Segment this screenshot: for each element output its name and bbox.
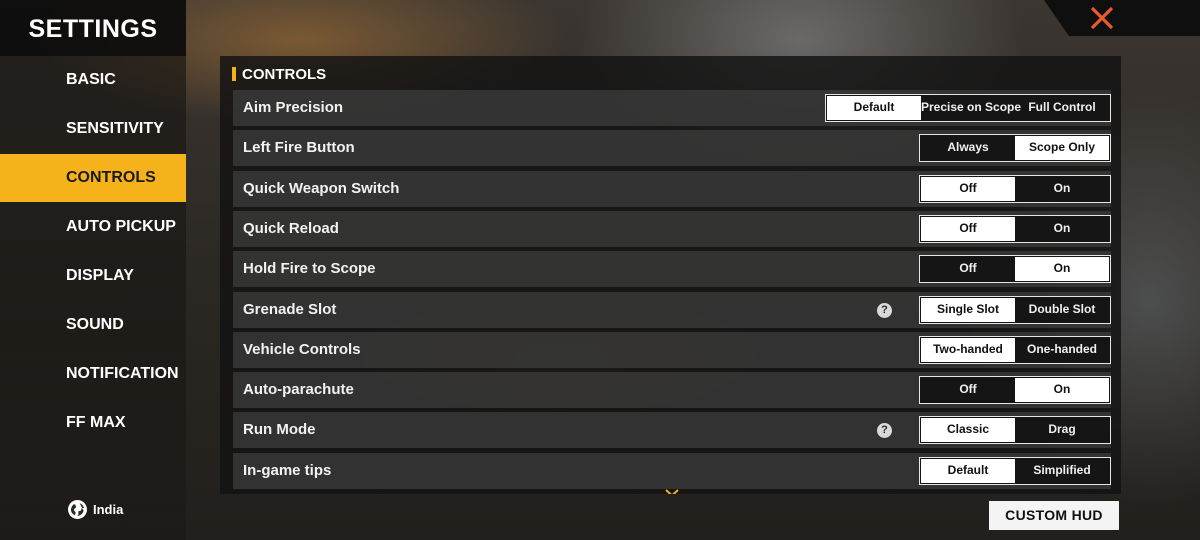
option-two-handed[interactable]: Two-handed [921,337,1015,362]
help-icon[interactable]: ? [877,423,892,439]
option-always[interactable]: Always [921,136,1015,160]
segmented-control: Off On [919,255,1111,284]
setting-label: Quick Reload [243,219,339,237]
segmented-control: Two-handed One-handed [919,335,1111,364]
segmented-control: Default Precise on Scope Full Control [825,94,1111,122]
segmented-control: Off On [919,174,1111,203]
setting-row-vehicle-controls: Vehicle Controls Two-handed One-handed [233,331,1111,368]
segmented-control: Default Simplified [919,456,1111,485]
setting-label: Grenade Slot [243,300,337,318]
setting-label: Vehicle Controls [243,340,361,358]
option-precise-on-scope[interactable]: Precise on Scope [921,96,1021,120]
option-off[interactable]: Off [921,257,1015,281]
sidebar-item-ff-max[interactable]: FF MAX [0,399,186,447]
option-on[interactable]: On [1015,217,1109,241]
option-off[interactable]: Off [921,176,1015,201]
sidebar-item-basic[interactable]: BASIC [0,56,186,104]
setting-label: Auto-parachute [243,381,354,399]
region-selector[interactable]: India [68,498,123,520]
custom-hud-button[interactable]: CUSTOM HUD [989,501,1119,530]
setting-label: Quick Weapon Switch [243,179,400,197]
segmented-control: Always Scope Only [919,134,1111,163]
option-off[interactable]: Off [921,378,1015,402]
option-double-slot[interactable]: Double Slot [1015,298,1109,322]
option-on[interactable]: On [1015,257,1109,282]
sidebar-item-sensitivity[interactable]: SENSITIVITY [0,105,186,153]
option-default[interactable]: Default [921,458,1015,483]
sidebar-item-display[interactable]: DISPLAY [0,252,186,300]
option-on[interactable]: On [1015,177,1109,201]
setting-row-quick-reload: Quick Reload Off On [233,210,1111,247]
sidebar-item-controls[interactable]: CONTROLS [0,154,186,202]
option-on[interactable]: On [1015,378,1109,403]
close-button-backdrop [1044,0,1200,36]
option-full-control[interactable]: Full Control [1015,96,1109,120]
chevron-down-icon [665,489,679,494]
option-simplified[interactable]: Simplified [1015,459,1109,483]
setting-label: Aim Precision [243,99,344,116]
sidebar-item-notification[interactable]: NOTIFICATION [0,350,186,398]
option-classic[interactable]: Classic [921,418,1015,443]
option-drag[interactable]: Drag [1015,418,1109,442]
setting-row-left-fire-button: Left Fire Button Always Scope Only [233,130,1111,167]
panel-title: CONTROLS [242,65,327,83]
setting-row-run-mode: Run Mode? Classic Drag [233,412,1111,449]
option-single-slot[interactable]: Single Slot [921,297,1015,322]
help-icon[interactable]: ? [877,302,892,318]
setting-label: In-game tips [243,461,332,479]
setting-row-auto-parachute: Auto-parachute Off On [233,372,1111,409]
setting-row-hold-fire-to-scope: Hold Fire to Scope Off On [233,251,1111,288]
sidebar: SETTINGS BASIC SENSITIVITY CONTROLS AUTO PI… [0,0,186,540]
setting-row-quick-weapon-switch: Quick Weapon Switch Off On [233,170,1111,207]
setting-label: Left Fire Button [243,139,355,157]
scroll-down-chevron[interactable] [665,484,679,494]
controls-panel: CONTROLS Aim Precision Default Precise on … [220,56,1121,494]
option-default[interactable]: Default [827,96,921,120]
option-off[interactable]: Off [921,216,1015,241]
setting-row-grenade-slot: Grenade Slot? Single Slot Double Slot [233,291,1111,328]
globe-icon [68,499,87,519]
header-accent-bar [232,67,236,81]
settings-title: SETTINGS [0,0,186,56]
setting-label: Run Mode [243,421,316,439]
segmented-control: Classic Drag [919,416,1111,445]
segmented-control: Off On [919,214,1111,243]
segmented-control: Single Slot Double Slot [919,295,1111,324]
panel-header: CONTROLS [232,65,327,83]
sidebar-item-sound[interactable]: SOUND [0,301,186,349]
sidebar-item-auto-pickup[interactable]: AUTO PICKUP [0,203,186,251]
option-scope-only[interactable]: Scope Only [1015,136,1109,161]
option-one-handed[interactable]: One-handed [1015,338,1109,362]
close-icon [1090,6,1114,30]
region-label: India [93,501,124,517]
setting-row-aim-precision: Aim Precision Default Precise on Scope Full… [233,90,1111,126]
close-button[interactable] [1087,4,1117,32]
setting-label: Hold Fire to Scope [243,260,376,278]
segmented-control: Off On [919,376,1111,405]
